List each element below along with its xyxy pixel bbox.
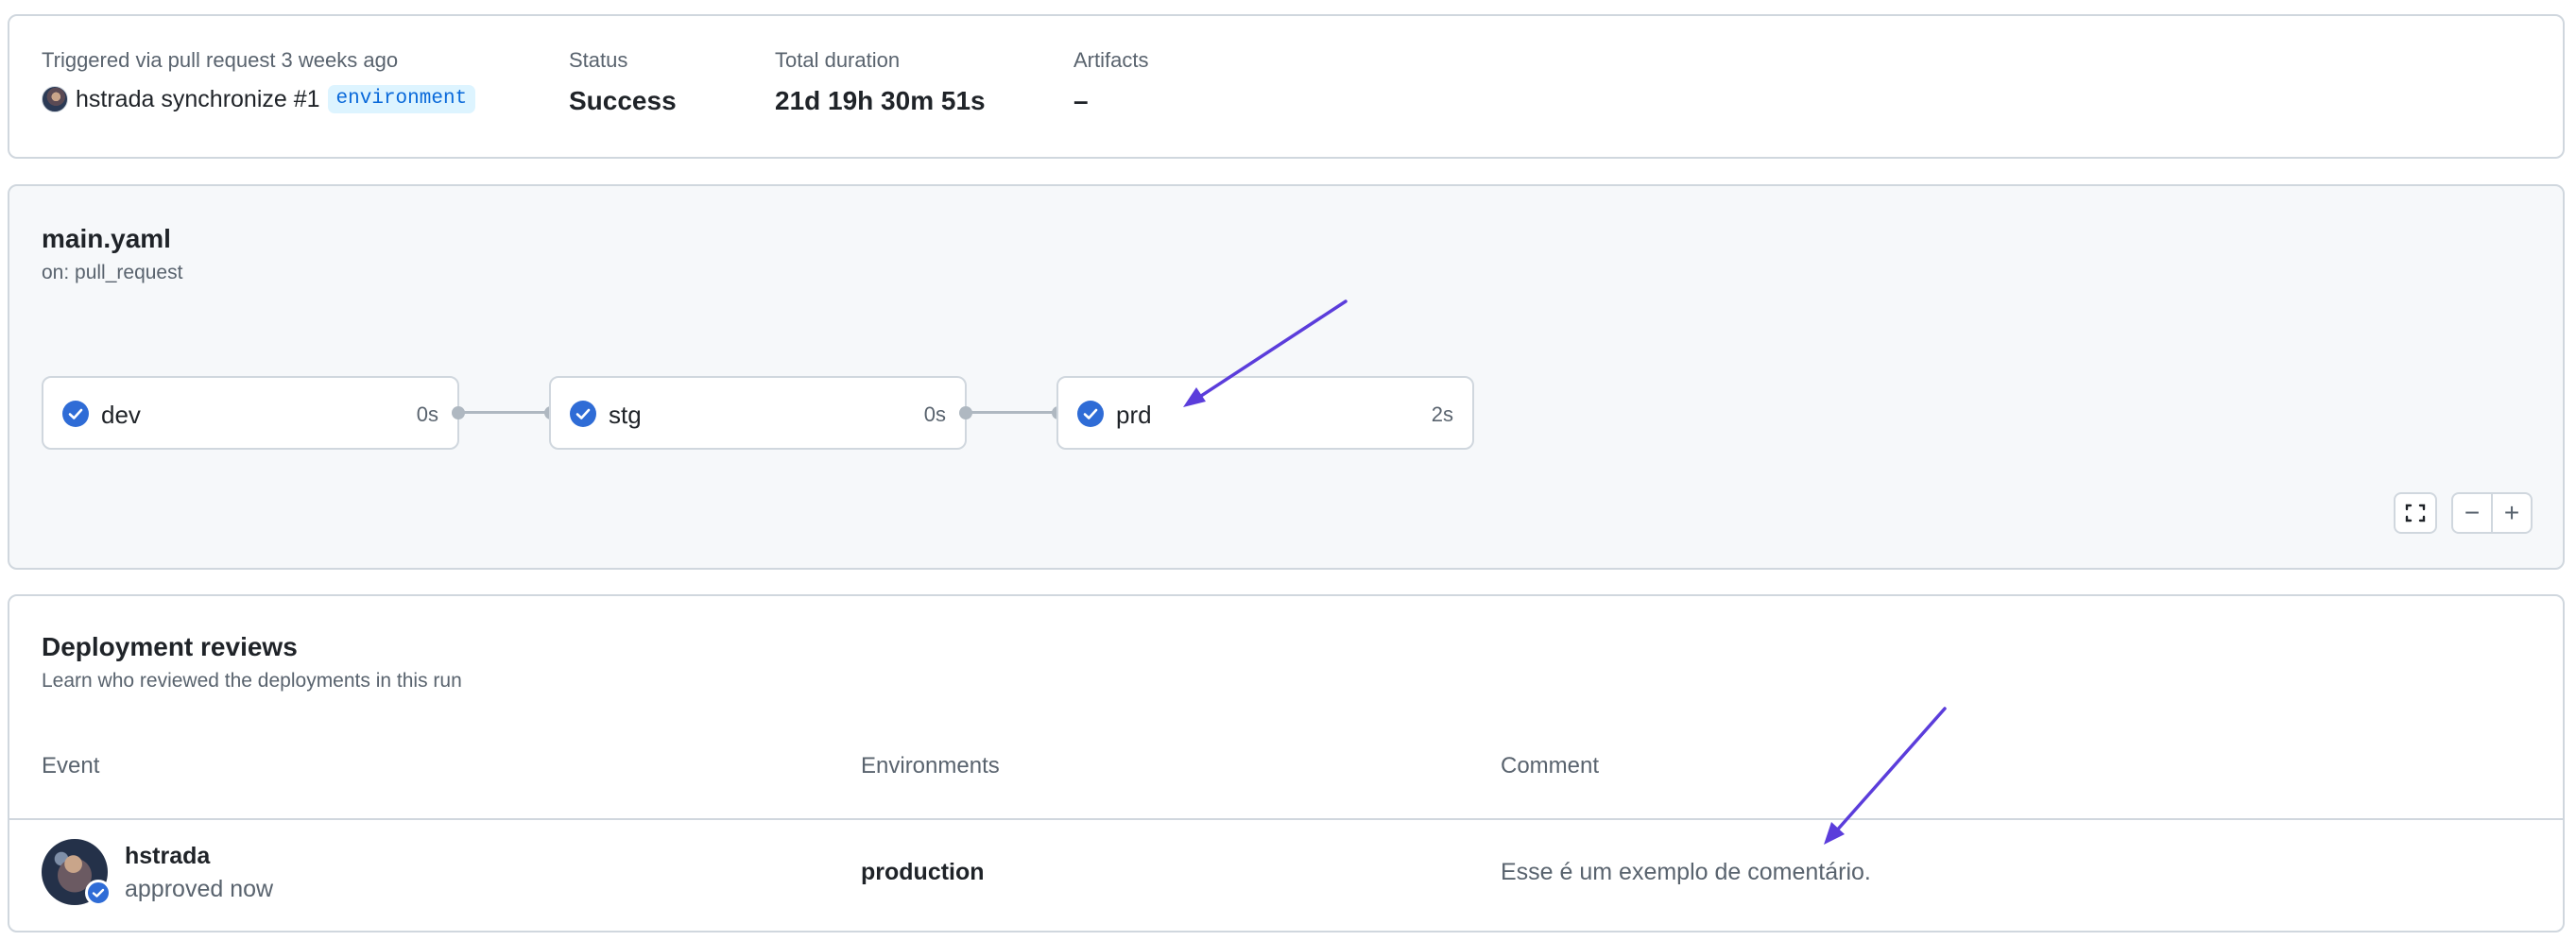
- column-header-comment: Comment: [1501, 753, 1600, 778]
- trigger-section: Triggered via pull request 3 weeks ago h…: [42, 48, 476, 113]
- workflow-graph-card: main.yaml on: pull_request dev 0s stg 0s…: [8, 184, 2565, 570]
- branch-badge[interactable]: environment: [327, 85, 476, 113]
- trigger-event[interactable]: synchronize #1: [161, 86, 319, 113]
- job-prd[interactable]: prd 2s: [1056, 376, 1474, 450]
- trigger-label: Triggered via pull request 3 weeks ago: [42, 48, 399, 72]
- fullscreen-icon: [2405, 504, 2426, 522]
- status-label: Status: [569, 48, 628, 72]
- reviews-subtitle: Learn who reviewed the deployments in th…: [42, 670, 462, 692]
- duration-section: Total duration 21d 19h 30m 51s: [775, 48, 986, 114]
- duration-value: 21d 19h 30m 51s: [775, 86, 986, 115]
- run-summary-card: Triggered via pull request 3 weeks ago h…: [8, 14, 2565, 159]
- zoom-in-button[interactable]: +: [2491, 492, 2533, 534]
- artifacts-value: –: [1073, 86, 1089, 115]
- job-name: stg: [609, 401, 642, 429]
- check-circle-icon: [570, 401, 596, 427]
- plus-icon: +: [2503, 498, 2520, 527]
- artifacts-section: Artifacts –: [1073, 48, 1149, 114]
- job-connector: [463, 411, 548, 414]
- workflow-trigger: on: pull_request: [42, 262, 183, 283]
- review-comment: Esse é um exemplo de comentário.: [1501, 859, 1871, 885]
- column-header-event: Event: [42, 753, 100, 778]
- approved-check-icon: [85, 880, 112, 906]
- actor-name[interactable]: hstrada: [76, 86, 154, 113]
- check-circle-icon: [62, 401, 89, 427]
- workflow-file-name[interactable]: main.yaml: [42, 224, 171, 254]
- reviews-title: Deployment reviews: [42, 632, 298, 661]
- job-name: dev: [101, 401, 141, 429]
- duration-label: Total duration: [775, 48, 901, 72]
- review-state: approved now: [125, 876, 274, 902]
- column-header-environments: Environments: [861, 753, 1000, 778]
- review-environment: production: [861, 859, 985, 885]
- table-divider: [9, 818, 2563, 820]
- job-duration: 2s: [1431, 402, 1453, 426]
- trigger-row: hstrada synchronize #1 environment: [42, 85, 476, 113]
- check-circle-icon: [1077, 401, 1104, 427]
- zoom-out-button[interactable]: −: [2451, 492, 2493, 534]
- job-connector: [970, 411, 1056, 414]
- actor-avatar[interactable]: [42, 86, 68, 112]
- reviewer-name[interactable]: hstrada: [125, 843, 210, 870]
- deployment-reviews-card: Deployment reviews Learn who reviewed th…: [8, 594, 2565, 932]
- job-duration: 0s: [923, 402, 946, 426]
- minus-icon: −: [2464, 498, 2481, 527]
- status-section: Status Success: [569, 48, 677, 114]
- job-dev[interactable]: dev 0s: [42, 376, 459, 450]
- status-value: Success: [569, 86, 677, 115]
- fullscreen-button[interactable]: [2394, 492, 2437, 534]
- job-stg[interactable]: stg 0s: [549, 376, 967, 450]
- job-name: prd: [1116, 401, 1152, 429]
- artifacts-label: Artifacts: [1073, 48, 1149, 72]
- job-duration: 0s: [416, 402, 438, 426]
